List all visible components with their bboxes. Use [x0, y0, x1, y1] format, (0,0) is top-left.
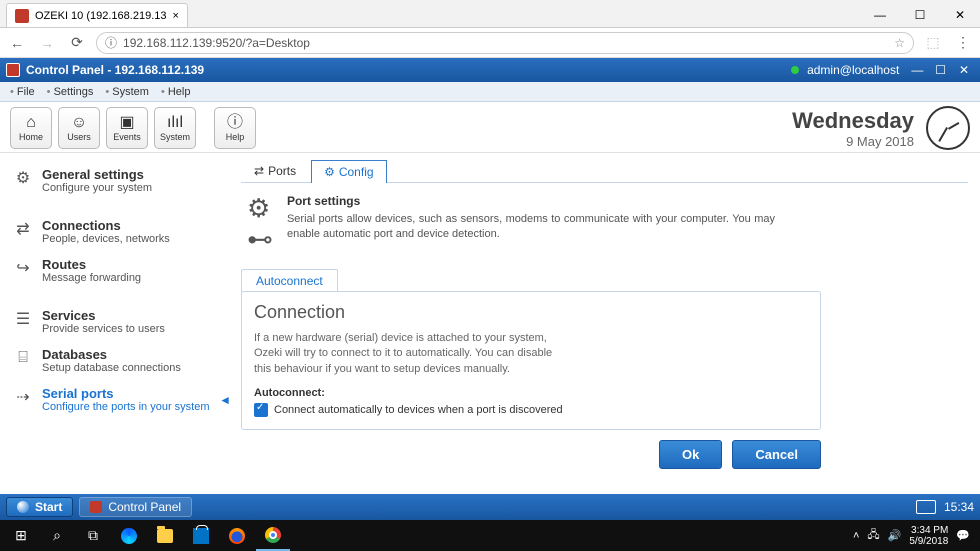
start-orb-icon: [17, 501, 29, 513]
serial-icon: ⇢: [12, 386, 34, 408]
app-close-button[interactable]: ✕: [954, 63, 974, 77]
volume-icon[interactable]: 🔊: [888, 529, 902, 542]
connection-fieldset: Connection If a new hardware (serial) de…: [241, 291, 821, 430]
close-tab-icon[interactable]: ×: [172, 10, 178, 22]
keyboard-icon[interactable]: [916, 500, 936, 514]
autoconnect-checkbox[interactable]: [254, 403, 268, 417]
sidebar-item-connections[interactable]: ⇄ConnectionsPeople, devices, networks: [4, 212, 235, 251]
windows-start-button[interactable]: ⊞: [4, 520, 38, 551]
firefox-icon[interactable]: [220, 520, 254, 551]
favicon-icon: [15, 9, 29, 23]
tab-config[interactable]: ⚙Config: [311, 160, 386, 183]
services-icon: ☰: [12, 308, 34, 330]
sidebar: ⚙General settingsConfigure your system ⇄…: [0, 153, 235, 503]
store-icon[interactable]: [184, 520, 218, 551]
info-icon: ⓘ: [105, 34, 117, 51]
search-button[interactable]: ⌕: [40, 520, 74, 551]
app-time: 15:34: [944, 500, 974, 514]
menubar: File Settings System Help: [0, 82, 980, 102]
events-button[interactable]: ▣Events: [106, 107, 148, 149]
cancel-button[interactable]: Cancel: [732, 440, 821, 469]
url-text: 192.168.112.139:9520/?a=Desktop: [123, 36, 310, 50]
app-maximize-button[interactable]: ☐: [931, 63, 951, 77]
system-button[interactable]: ılılSystem: [154, 107, 196, 149]
menu-help[interactable]: Help: [155, 86, 197, 98]
start-button[interactable]: Start: [6, 497, 73, 517]
users-icon: ☺: [71, 115, 87, 131]
tab-ports[interactable]: ⇄Ports: [241, 159, 309, 182]
file-explorer-icon[interactable]: [148, 520, 182, 551]
extension-icon[interactable]: ⬚: [922, 32, 944, 54]
users-button[interactable]: ☺Users: [58, 107, 100, 149]
gear-icon: ⚙: [12, 167, 34, 189]
help-button[interactable]: ⓘHelp: [214, 107, 256, 149]
date-label: 9 May 2018: [792, 134, 914, 149]
connections-icon: ⇄: [12, 218, 34, 240]
close-button[interactable]: ✕: [940, 3, 980, 27]
events-icon: ▣: [119, 115, 134, 131]
menu-settings[interactable]: Settings: [41, 86, 100, 98]
edge-icon[interactable]: [112, 520, 146, 551]
status-dot-icon: [791, 66, 799, 74]
tab-title: OZEKI 10 (192.168.219.13: [35, 10, 166, 22]
sidebar-item-routes[interactable]: ↪RoutesMessage forwarding: [4, 251, 235, 290]
control-panel-icon: [90, 501, 102, 513]
maximize-button[interactable]: ☐: [900, 3, 940, 27]
minimize-button[interactable]: —: [860, 3, 900, 27]
menu-icon[interactable]: ⋮: [952, 32, 974, 54]
system-datetime[interactable]: 3:34 PM 5/9/2018: [909, 525, 948, 547]
sidebar-item-databases[interactable]: ⌸DatabasesSetup database connections: [4, 341, 235, 380]
ports-icon: ⇄: [254, 164, 264, 178]
sidebar-item-general[interactable]: ⚙General settingsConfigure your system: [4, 161, 235, 200]
sidebar-item-services[interactable]: ☰ServicesProvide services to users: [4, 302, 235, 341]
bookmark-icon[interactable]: ☆: [894, 36, 905, 50]
section-title: Port settings: [287, 193, 775, 210]
home-button[interactable]: ⌂Home: [10, 107, 52, 149]
system-icon: ılıl: [167, 115, 183, 131]
checkbox-label: Connect automatically to devices when a …: [274, 404, 563, 416]
fieldset-desc: If a new hardware (serial) device is att…: [254, 331, 554, 377]
app-icon: [6, 63, 20, 77]
app-minimize-button[interactable]: —: [907, 63, 927, 77]
databases-icon: ⌸: [12, 347, 34, 369]
ok-button[interactable]: Ok: [659, 440, 722, 469]
fieldset-legend: Connection: [254, 302, 808, 323]
clock-icon: [926, 106, 970, 150]
task-view-button[interactable]: ⧉: [76, 520, 110, 551]
address-bar[interactable]: ⓘ 192.168.112.139:9520/?a=Desktop ☆: [96, 32, 914, 54]
browser-tab[interactable]: OZEKI 10 (192.168.219.13 ×: [6, 3, 188, 27]
taskbar-item-control-panel[interactable]: Control Panel: [79, 497, 192, 517]
sidebar-item-serial-ports[interactable]: ⇢Serial portsConfigure the ports in your…: [4, 380, 235, 419]
reload-button[interactable]: ⟳: [66, 32, 88, 54]
app-title: Control Panel - 192.168.112.139: [26, 63, 204, 77]
routes-icon: ↪: [12, 257, 34, 279]
section-desc: Serial ports allow devices, such as sens…: [287, 212, 775, 243]
help-icon: ⓘ: [227, 115, 243, 131]
usb-icon: ⚙⊷: [247, 193, 275, 255]
config-icon: ⚙: [324, 165, 335, 179]
forward-button[interactable]: →: [36, 32, 58, 54]
date-block: Wednesday 9 May 2018: [792, 108, 922, 149]
menu-file[interactable]: File: [4, 86, 41, 98]
user-label: admin@localhost: [807, 63, 899, 77]
home-icon: ⌂: [26, 115, 36, 131]
notifications-icon[interactable]: 💬: [956, 529, 970, 542]
chrome-icon[interactable]: [256, 520, 290, 551]
network-icon[interactable]: 🖧: [867, 526, 879, 545]
autoconnect-label: Autoconnect:: [254, 387, 808, 399]
day-label: Wednesday: [792, 108, 914, 134]
menu-system[interactable]: System: [99, 86, 155, 98]
back-button[interactable]: ←: [6, 32, 28, 54]
tray-up-icon[interactable]: ˄: [853, 530, 859, 542]
subtab-autoconnect[interactable]: Autoconnect: [241, 269, 338, 292]
